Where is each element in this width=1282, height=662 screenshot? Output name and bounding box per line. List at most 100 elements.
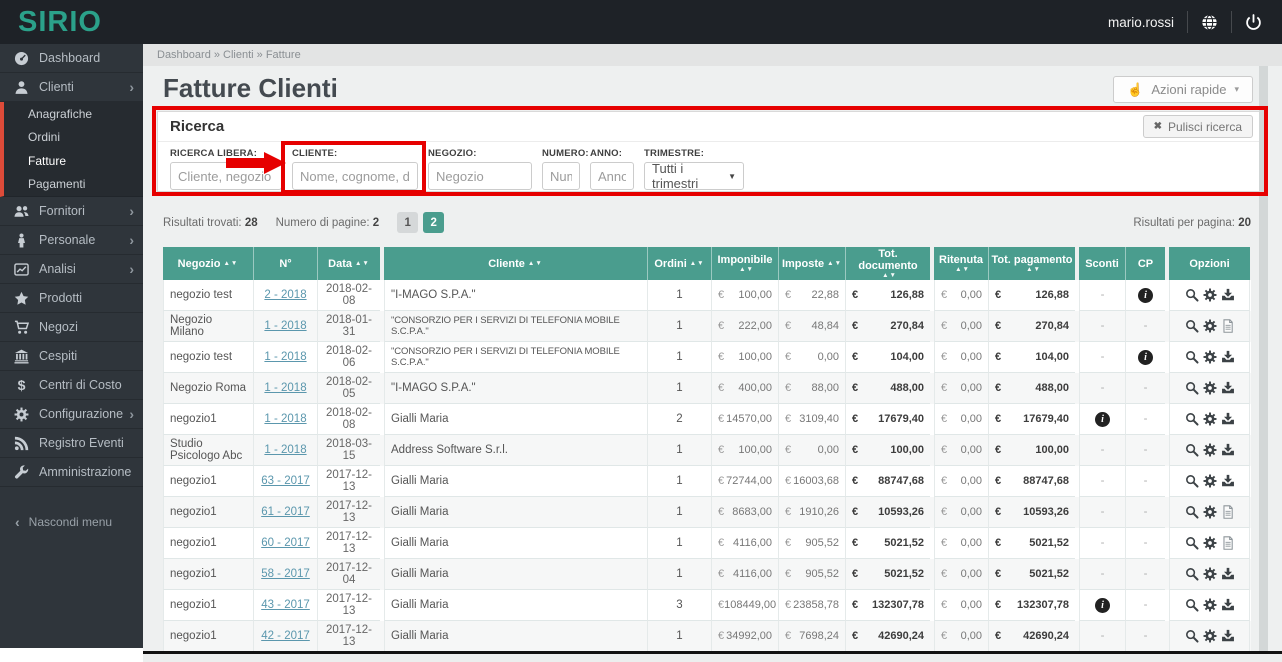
document-icon[interactable] [1221, 319, 1235, 334]
sidebar-item-amministrazione[interactable]: Amministrazione [0, 458, 143, 487]
download-icon[interactable] [1221, 288, 1235, 302]
globe-icon[interactable] [1201, 14, 1218, 31]
gear-action-icon[interactable] [1203, 319, 1217, 333]
sidebar-item-fornitori[interactable]: Fornitori › [0, 197, 143, 226]
gear-action-icon[interactable] [1203, 350, 1217, 364]
search-icon[interactable] [1185, 629, 1199, 643]
anno-input[interactable] [590, 162, 634, 190]
download-icon[interactable] [1221, 412, 1235, 426]
cliente-input[interactable] [292, 162, 418, 190]
search-icon[interactable] [1185, 381, 1199, 395]
trimestre-select[interactable]: Tutti i trimestri ▼ [644, 161, 744, 191]
search-icon[interactable] [1185, 536, 1199, 550]
search-icon[interactable] [1185, 288, 1199, 302]
invoice-number-link[interactable]: 43 - 2017 [261, 599, 310, 611]
sidebar-item-centri-di-costo[interactable]: $ Centri di Costo [0, 371, 143, 400]
sidebar-subitem-fatture[interactable]: Fatture [4, 149, 143, 173]
sidebar-subitem-pagamenti[interactable]: Pagamenti [4, 173, 143, 197]
document-icon[interactable] [1221, 536, 1235, 551]
power-icon[interactable] [1245, 13, 1262, 31]
info-icon[interactable]: i [1095, 411, 1110, 427]
sidebar-item-clienti[interactable]: Clienti › [0, 73, 143, 102]
search-icon[interactable] [1185, 474, 1199, 488]
column-header-ordini[interactable]: Ordini ▲▼ [647, 247, 711, 281]
invoice-number-link[interactable]: 1 - 2018 [264, 320, 306, 332]
sidebar-item-cespiti[interactable]: Cespiti [0, 342, 143, 371]
gear-action-icon[interactable] [1203, 629, 1217, 643]
invoice-number-link[interactable]: 42 - 2017 [261, 630, 310, 642]
invoice-number-link[interactable]: 1 - 2018 [264, 444, 306, 456]
gear-action-icon[interactable] [1203, 412, 1217, 426]
numero-input[interactable] [542, 162, 580, 190]
invoice-number-link[interactable]: 60 - 2017 [261, 537, 310, 549]
search-icon[interactable] [1185, 598, 1199, 612]
search-icon[interactable] [1185, 412, 1199, 426]
column-header-data[interactable]: Data ▲▼ [317, 247, 380, 281]
info-icon[interactable]: i [1138, 287, 1153, 303]
gear-action-icon[interactable] [1203, 505, 1217, 519]
gear-action-icon[interactable] [1203, 567, 1217, 581]
invoice-number-link[interactable]: 58 - 2017 [261, 568, 310, 580]
page-button-2[interactable]: 2 [423, 212, 445, 233]
sidebar-subitem-ordini[interactable]: Ordini [4, 126, 143, 150]
column-header-imposte[interactable]: Imposte ▲▼ [778, 247, 845, 281]
info-icon[interactable]: i [1095, 597, 1110, 613]
search-icon[interactable] [1185, 443, 1199, 457]
download-icon[interactable] [1221, 474, 1235, 488]
gear-action-icon[interactable] [1203, 598, 1217, 612]
search-icon[interactable] [1185, 505, 1199, 519]
info-icon[interactable]: i [1138, 349, 1153, 365]
invoice-number-link[interactable]: 1 - 2018 [264, 382, 306, 394]
breadcrumb[interactable]: Dashboard » Clienti » Fatture [143, 44, 1282, 66]
invoice-number-link[interactable]: 2 - 2018 [264, 289, 306, 301]
column-header-cliente[interactable]: Cliente ▲▼ [384, 247, 647, 281]
clear-search-button[interactable]: ✖ Pulisci ricerca [1142, 115, 1253, 138]
gear-action-icon[interactable] [1203, 474, 1217, 488]
column-header-tot-pagamento[interactable]: Tot. pagamento ▲▼ [988, 247, 1075, 281]
invoice-number-link[interactable]: 1 - 2018 [264, 413, 306, 425]
hide-menu-button[interactable]: ‹ Nascondi menu [0, 509, 143, 535]
quick-actions-button[interactable]: ☝ Azioni rapide ▾ [1113, 76, 1253, 103]
invoice-number-link[interactable]: 1 - 2018 [264, 351, 306, 363]
column-header-tot-documento[interactable]: Tot. documento ▲▼ [845, 247, 930, 281]
search-icon[interactable] [1185, 350, 1199, 364]
sidebar-subitem-anagrafiche[interactable]: Anagrafiche [4, 102, 143, 126]
column-header-ritenuta[interactable]: Ritenuta ▲▼ [934, 247, 988, 281]
ricerca-libera-input[interactable] [170, 162, 282, 190]
download-icon[interactable] [1221, 629, 1235, 643]
download-icon[interactable] [1221, 567, 1235, 581]
currency-symbol: € [941, 630, 948, 643]
download-icon[interactable] [1221, 381, 1235, 395]
scrollbar[interactable] [1259, 66, 1268, 651]
invoice-number-link[interactable]: 61 - 2017 [261, 506, 310, 518]
document-icon[interactable] [1221, 505, 1235, 520]
gear-action-icon[interactable] [1203, 381, 1217, 395]
currency-symbol: € [852, 351, 859, 364]
invoice-number-link[interactable]: 63 - 2017 [261, 475, 310, 487]
sidebar-item-dashboard[interactable]: Dashboard [0, 44, 143, 73]
cell-imponibile: €72744,00 [711, 466, 778, 498]
cell-tot-pagamento: €88747,68 [988, 466, 1075, 498]
gear-action-icon[interactable] [1203, 288, 1217, 302]
download-icon[interactable] [1221, 598, 1235, 612]
negozio-input[interactable] [428, 162, 532, 190]
gear-action-icon[interactable] [1203, 443, 1217, 457]
sidebar-item-personale[interactable]: Personale › [0, 226, 143, 255]
search-icon[interactable] [1185, 567, 1199, 581]
column-header-negozio[interactable]: Negozio ▲▼ [163, 247, 253, 281]
table-body: negozio test 2 - 2018 2018-02-08 "I-MAGO S.… [163, 280, 1251, 662]
column-header-imponibile[interactable]: Imponibile ▲▼ [711, 247, 778, 281]
sidebar-item-registro-eventi[interactable]: Registro Eventi [0, 429, 143, 458]
page-button-1[interactable]: 1 [397, 212, 419, 233]
sidebar-item-prodotti[interactable]: Prodotti [0, 284, 143, 313]
username[interactable]: mario.rossi [1108, 15, 1174, 30]
sidebar-item-configurazione[interactable]: Configurazione › [0, 400, 143, 429]
search-icon[interactable] [1185, 319, 1199, 333]
download-icon[interactable] [1221, 350, 1235, 364]
currency-symbol: € [995, 351, 1002, 364]
sidebar-item-analisi[interactable]: Analisi › [0, 255, 143, 284]
sidebar-item-negozi[interactable]: Negozi [0, 313, 143, 342]
download-icon[interactable] [1221, 443, 1235, 457]
gear-action-icon[interactable] [1203, 536, 1217, 550]
topbar-divider [1231, 11, 1232, 33]
